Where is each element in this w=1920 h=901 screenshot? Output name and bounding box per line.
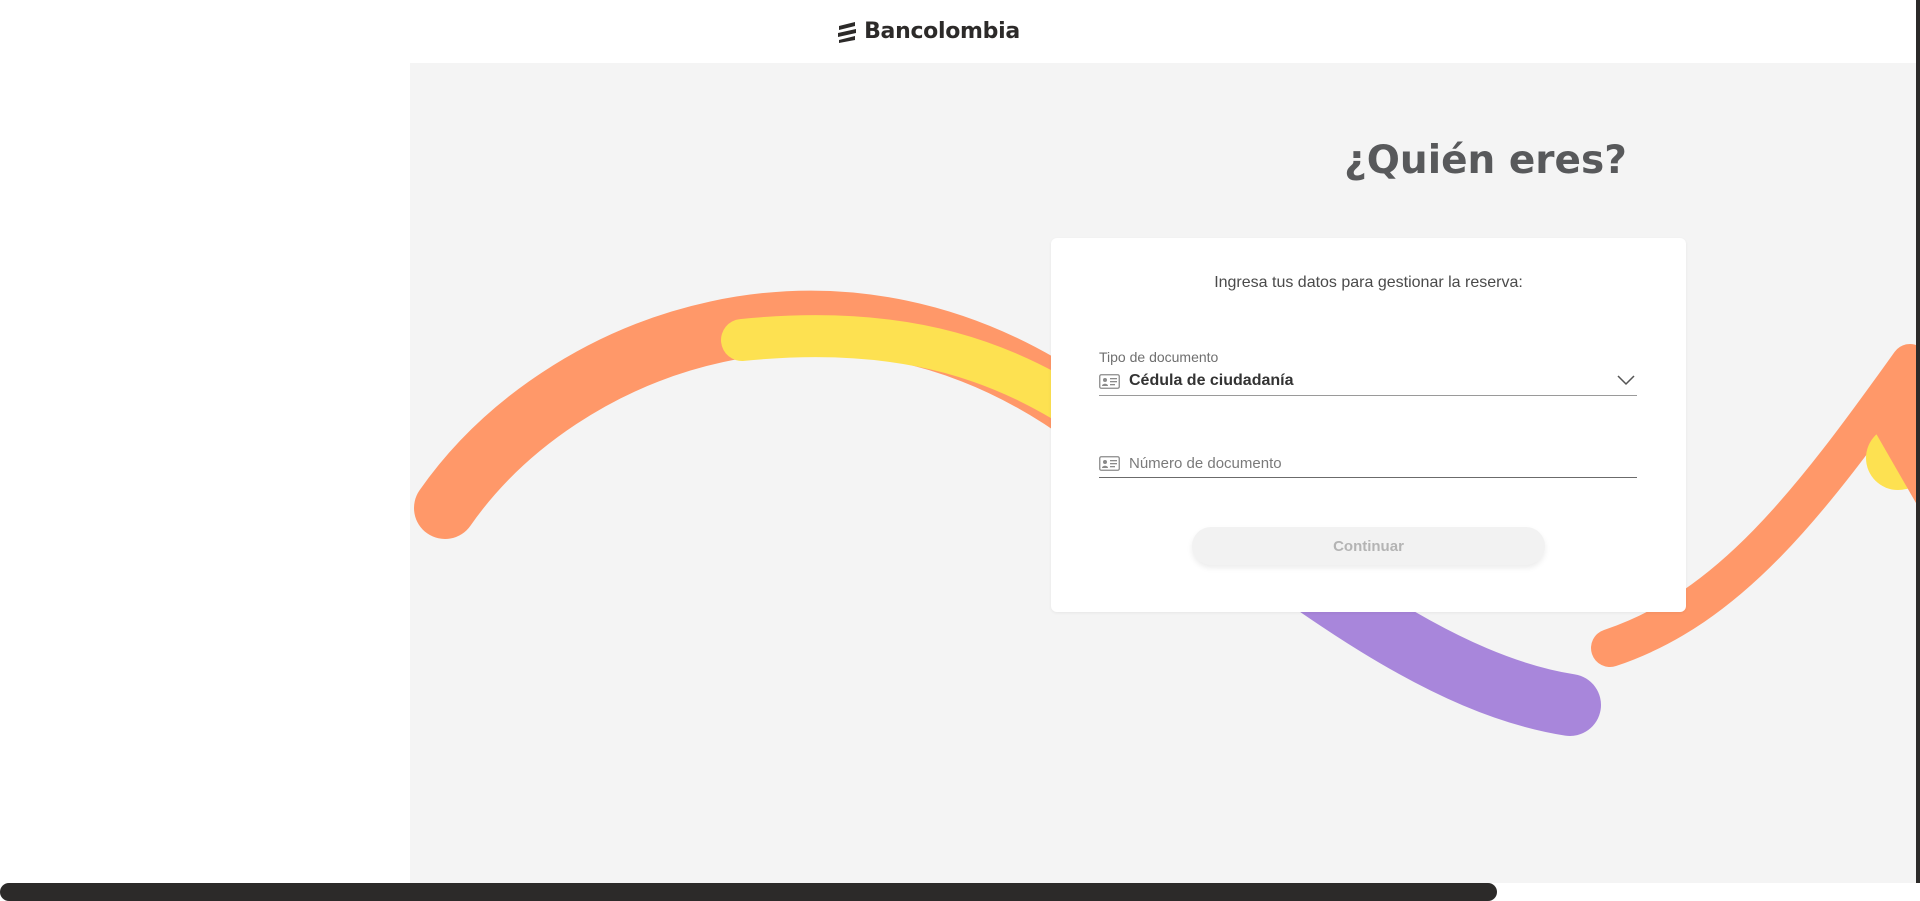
document-number-input[interactable] [1129,455,1609,472]
id-card-icon [1099,456,1120,471]
bancolombia-stripes-icon [838,21,857,43]
vertical-scrollbar[interactable] [1916,0,1920,883]
id-card-icon [1099,373,1120,389]
main-panel: ¿Quién eres? Ingresa tus datos para gest… [410,63,1916,883]
continue-button[interactable]: Continuar [1192,527,1545,565]
chevron-down-icon[interactable] [1617,375,1635,386]
identification-card: Ingresa tus datos para gestionar la rese… [1051,238,1686,612]
document-type-label: Tipo de documento [1099,349,1219,365]
document-number-field[interactable] [1099,441,1637,478]
document-type-select[interactable]: Tipo de documento Cédula de ciudadanía [1099,349,1637,396]
header: Bancolombia [0,0,1916,63]
brand-name: Bancolombia [864,19,1020,44]
horizontal-scrollbar[interactable] [0,883,1497,901]
card-subtitle: Ingresa tus datos para gestionar la rese… [1214,274,1523,291]
bancolombia-logo[interactable]: Bancolombia [836,19,1020,44]
document-type-value: Cédula de ciudadanía [1129,372,1294,389]
page-title: ¿Quién eres? [1344,138,1627,183]
